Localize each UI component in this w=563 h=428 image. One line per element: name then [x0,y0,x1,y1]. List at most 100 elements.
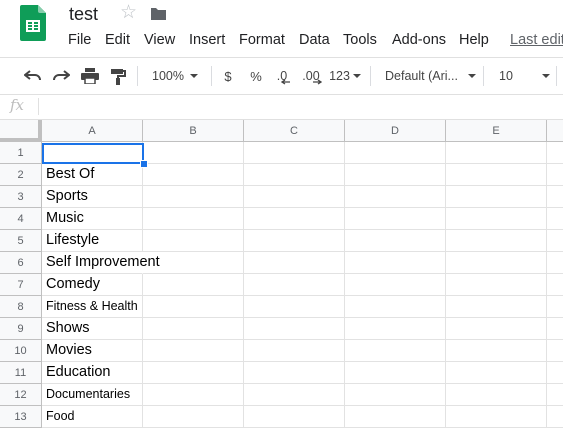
cell-a2[interactable]: Best Of [42,164,143,186]
cell-a12[interactable]: Documentaries [42,384,143,406]
cell-a3[interactable]: Sports [42,186,143,208]
row-header[interactable]: 12 [0,384,42,406]
table-cell[interactable] [345,142,446,164]
table-cell[interactable] [547,252,563,274]
table-cell[interactable] [143,340,244,362]
table-cell[interactable] [244,164,345,186]
table-cell[interactable] [345,406,446,428]
table-cell[interactable] [547,340,563,362]
table-cell[interactable] [345,230,446,252]
table-cell[interactable] [547,318,563,340]
column-header-e[interactable]: E [446,120,547,142]
table-cell[interactable] [143,230,244,252]
cell-a11[interactable]: Education [42,362,143,384]
table-cell[interactable] [446,340,547,362]
row-header[interactable]: 13 [0,406,42,428]
column-header-d[interactable]: D [345,120,446,142]
cell-a9[interactable]: Shows [42,318,143,340]
menu-edit[interactable]: Edit [105,32,130,48]
column-header-b[interactable]: B [143,120,244,142]
table-cell[interactable] [244,362,345,384]
table-cell[interactable] [143,384,244,406]
table-cell[interactable] [446,318,547,340]
menu-file[interactable]: File [68,32,91,48]
table-cell[interactable] [143,362,244,384]
menu-addons[interactable]: Add-ons [392,32,446,48]
table-cell[interactable] [244,384,345,406]
cell-a4[interactable]: Music [42,208,143,230]
row-header[interactable]: 4 [0,208,42,230]
menu-insert[interactable]: Insert [189,32,225,48]
table-cell[interactable] [345,296,446,318]
decrease-decimal-button[interactable]: .0 [270,58,294,94]
table-cell[interactable] [244,142,345,164]
zoom-select[interactable]: 100% [145,58,205,94]
table-cell[interactable] [143,208,244,230]
table-cell[interactable] [244,208,345,230]
table-cell[interactable] [345,274,446,296]
table-cell[interactable] [345,164,446,186]
table-cell[interactable] [446,296,547,318]
table-cell[interactable] [547,406,563,428]
table-cell[interactable] [143,142,244,164]
column-header-a[interactable]: A [42,120,143,142]
table-cell[interactable] [446,384,547,406]
table-cell[interactable] [244,186,345,208]
column-header-c[interactable]: C [244,120,345,142]
star-icon[interactable]: ☆ [120,3,137,23]
table-cell[interactable] [345,340,446,362]
table-cell[interactable] [446,406,547,428]
table-cell[interactable] [446,142,547,164]
row-header[interactable]: 6 [0,252,42,274]
percent-format-button[interactable]: % [246,58,266,94]
table-cell[interactable] [345,252,446,274]
row-header[interactable]: 7 [0,274,42,296]
table-cell[interactable] [143,318,244,340]
table-cell[interactable] [446,362,547,384]
table-cell[interactable] [143,252,244,274]
table-cell[interactable] [547,296,563,318]
row-header[interactable]: 1 [0,142,42,164]
more-formats-button[interactable]: 123 [328,58,362,94]
cell-a13[interactable]: Food [42,406,143,428]
font-size-select[interactable]: 10 [490,58,550,94]
table-cell[interactable] [244,340,345,362]
formula-bar[interactable] [0,94,563,120]
paint-format-icon[interactable] [105,58,131,94]
table-cell[interactable] [446,252,547,274]
table-cell[interactable] [244,406,345,428]
table-cell[interactable] [446,208,547,230]
table-cell[interactable] [244,252,345,274]
table-cell[interactable] [547,208,563,230]
row-header[interactable]: 10 [0,340,42,362]
table-cell[interactable] [345,384,446,406]
sheets-logo-icon[interactable] [20,5,46,41]
row-header[interactable]: 3 [0,186,42,208]
menu-help[interactable]: Help [459,32,489,48]
redo-icon[interactable] [48,58,74,94]
table-cell[interactable] [244,230,345,252]
table-cell[interactable] [143,164,244,186]
document-title[interactable]: test [69,4,98,25]
font-family-select[interactable]: Default (Ari... [378,58,476,94]
cell-a8[interactable]: Fitness & Health [42,296,143,318]
row-header[interactable]: 5 [0,230,42,252]
table-cell[interactable] [345,186,446,208]
row-header[interactable]: 9 [0,318,42,340]
fill-handle[interactable] [140,160,148,168]
menu-tools[interactable]: Tools [343,32,377,48]
table-cell[interactable] [446,164,547,186]
currency-format-button[interactable]: $ [218,58,238,94]
table-cell[interactable] [345,318,446,340]
last-edit-link[interactable]: Last edit [510,32,563,48]
table-cell[interactable] [547,230,563,252]
table-cell[interactable] [244,274,345,296]
cell-a7[interactable]: Comedy [42,274,143,296]
table-cell[interactable] [547,362,563,384]
table-cell[interactable] [547,186,563,208]
table-cell[interactable] [244,318,345,340]
spreadsheet-grid[interactable]: ABCDE 1 2 Best Of 3 Sports 4 Music 5 Lifestyle 6 S… [0,120,563,428]
table-cell[interactable] [345,362,446,384]
folder-icon[interactable] [150,7,167,26]
cell-a5[interactable]: Lifestyle [42,230,143,252]
